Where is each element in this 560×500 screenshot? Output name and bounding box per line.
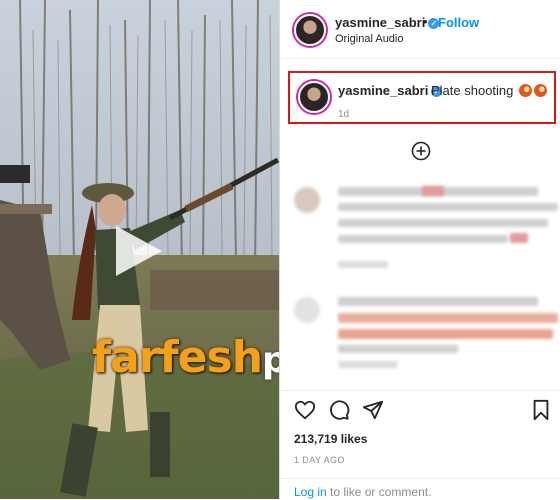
caption-time: 1d bbox=[338, 109, 350, 120]
emoji-icon bbox=[519, 84, 533, 97]
follow-button[interactable]: Follow bbox=[438, 15, 479, 30]
watermark-logo: farfeshplus.com bbox=[92, 332, 279, 383]
paper-plane-icon[interactable] bbox=[362, 399, 384, 421]
heart-icon[interactable] bbox=[294, 399, 316, 421]
caption-avatar[interactable] bbox=[298, 81, 330, 113]
play-icon[interactable] bbox=[108, 222, 166, 280]
caption-username-link[interactable]: yasmine_sabri ✓ bbox=[338, 83, 443, 98]
emoji-icon bbox=[534, 84, 548, 97]
blurred-comment bbox=[294, 185, 558, 275]
post-video[interactable]: farfeshplus.com bbox=[0, 0, 279, 499]
login-prompt: Log in to like or comment. bbox=[280, 478, 560, 500]
likes-count[interactable]: 213,719 likes bbox=[294, 432, 367, 446]
caption-highlight: yasmine_sabri ✓ Plate shooting 1d bbox=[288, 71, 556, 124]
plus-circle-icon[interactable] bbox=[411, 141, 431, 161]
login-link[interactable]: Log in bbox=[294, 485, 327, 499]
bookmark-icon[interactable] bbox=[530, 399, 552, 421]
post-actions-bar bbox=[280, 390, 560, 427]
audio-link[interactable]: Original Audio bbox=[335, 33, 404, 45]
post-header: yasmine_sabri ✓ • Follow Original Audio bbox=[280, 0, 560, 59]
blurred-comment bbox=[294, 295, 558, 375]
caption-text: Plate shooting bbox=[431, 83, 548, 98]
separator-dot: • bbox=[423, 14, 428, 29]
avatar[interactable] bbox=[294, 14, 326, 46]
post-timestamp[interactable]: 1 DAY AGO bbox=[294, 455, 345, 465]
post-side-panel: yasmine_sabri ✓ • Follow Original Audio y… bbox=[279, 0, 560, 499]
login-prompt-text: to like or comment. bbox=[326, 485, 432, 499]
comment-icon[interactable] bbox=[328, 399, 350, 421]
